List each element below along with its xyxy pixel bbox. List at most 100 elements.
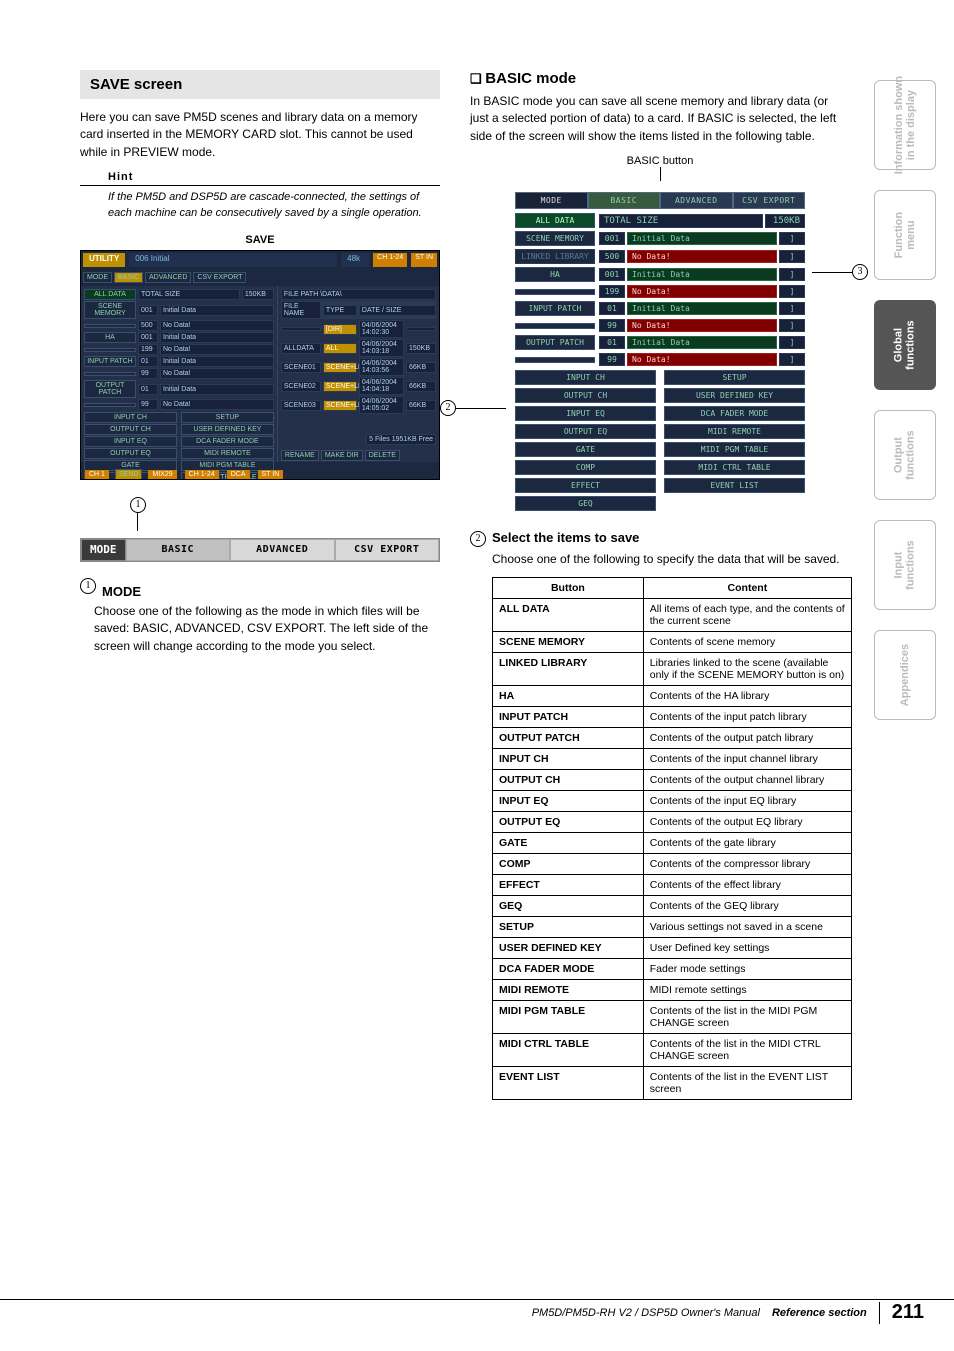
side-tab[interactable]: Appendices <box>874 630 936 720</box>
ui-list-item[interactable]: COMP <box>515 460 656 475</box>
basic-ui-diagram: MODE BASIC ADVANCED CSV EXPORT ALL DATA … <box>515 192 805 514</box>
table-row-content: Contents of the output EQ library <box>643 811 851 832</box>
table-row-button: SCENE MEMORY <box>493 631 644 652</box>
content-table: Button Content ALL DATA All items of eac… <box>492 577 852 1100</box>
basic-button-label: BASIC button <box>470 155 850 167</box>
mode-body: Choose one of the following as the mode … <box>94 603 440 655</box>
table-row-button: OUTPUT EQ <box>493 811 644 832</box>
table-row-button: DCA FADER MODE <box>493 958 644 979</box>
table-row-button: GEQ <box>493 895 644 916</box>
table-row-content: All items of each type, and the contents… <box>643 598 851 631</box>
table-row-button: INPUT CH <box>493 748 644 769</box>
table-row-button: SETUP <box>493 916 644 937</box>
ui-list-item[interactable]: MIDI CTRL TABLE <box>664 460 805 475</box>
ss-scene: 006 Initial <box>129 253 337 267</box>
ui-list-item[interactable]: EVENT LIST <box>664 478 805 493</box>
ui-item-button[interactable]: HA <box>515 267 595 282</box>
table-row-content: Contents of the input EQ library <box>643 790 851 811</box>
table-row-button: LINKED LIBRARY <box>493 652 644 685</box>
page-number: 211 <box>892 1301 924 1324</box>
callout-1b: 1 <box>80 578 96 594</box>
ui-total-value: 150KB <box>765 214 805 228</box>
ss-path: FILE PATH \DATA\ <box>281 289 436 300</box>
ui-item-button[interactable]: INPUT PATCH <box>515 301 595 316</box>
table-row-button: ALL DATA <box>493 598 644 631</box>
ui-list-item[interactable]: USER DEFINED KEY <box>664 388 805 403</box>
table-row-button: MIDI PGM TABLE <box>493 1000 644 1033</box>
ui-list-item[interactable]: OUTPUT CH <box>515 388 656 403</box>
callout-1: 1 <box>130 497 146 513</box>
table-row-button: MIDI REMOTE <box>493 979 644 1000</box>
ui-item-button[interactable] <box>515 289 595 295</box>
ui-list-item[interactable]: OUTPUT EQ <box>515 424 656 439</box>
ui-list-item[interactable]: MIDI REMOTE <box>664 424 805 439</box>
footer-ref: Reference section <box>772 1307 867 1319</box>
side-tab[interactable]: Functionmenu <box>874 190 936 280</box>
mode-button[interactable]: MODE <box>81 539 126 561</box>
ui-item-button[interactable]: OUTPUT PATCH <box>515 335 595 350</box>
ui-tab-basic[interactable]: BASIC <box>588 192 661 209</box>
ui-list-item[interactable]: GATE <box>515 442 656 457</box>
footer-manual: PM5D/PM5D-RH V2 / DSP5D Owner's Manual <box>532 1307 760 1319</box>
ui-mode: MODE <box>515 192 588 209</box>
table-row-content: Contents of scene memory <box>643 631 851 652</box>
ui-list-item[interactable]: EFFECT <box>515 478 656 493</box>
ui-alldata[interactable]: ALL DATA <box>515 213 595 228</box>
table-row-content: MIDI remote settings <box>643 979 851 1000</box>
ss-tab-csv: CSV EXPORT <box>193 272 246 283</box>
table-row-content: Contents of the output patch library <box>643 727 851 748</box>
ui-tab-csv[interactable]: CSV EXPORT <box>733 192 806 209</box>
ss-tab-advanced: ADVANCED <box>145 272 191 283</box>
table-row-button: GATE <box>493 832 644 853</box>
table-row-content: Contents of the effect library <box>643 874 851 895</box>
ui-tab-advanced[interactable]: ADVANCED <box>660 192 733 209</box>
table-row-button: INPUT EQ <box>493 790 644 811</box>
table-row-content: Various settings not saved in a scene <box>643 916 851 937</box>
table-row-content: Contents of the gate library <box>643 832 851 853</box>
ui-item-button[interactable] <box>515 357 595 363</box>
ss-total: TOTAL SIZE <box>138 289 240 300</box>
table-row-content: Contents of the list in the MIDI CTRL CH… <box>643 1033 851 1066</box>
ss-alldata: ALL DATA <box>84 289 136 300</box>
table-row-button: OUTPUT PATCH <box>493 727 644 748</box>
table-row-content: Libraries linked to the scene (available… <box>643 652 851 685</box>
save-label: SAVE <box>80 234 440 246</box>
table-row-content: Contents of the compressor library <box>643 853 851 874</box>
side-tab[interactable]: Outputfunctions <box>874 410 936 500</box>
save-screen-screenshot: UTILITY 006 Initial 48k CH 1-24 ST IN MO… <box>80 250 440 480</box>
ui-item-button[interactable]: SCENE MEMORY <box>515 231 595 246</box>
ui-list-item[interactable]: INPUT CH <box>515 370 656 385</box>
mode-strip: MODE BASIC ADVANCED CSV EXPORT <box>80 538 440 562</box>
tab-basic[interactable]: BASIC <box>126 539 231 561</box>
side-tab[interactable]: Inputfunctions <box>874 520 936 610</box>
ss-ch: CH 1-24 <box>373 253 407 267</box>
basic-mode-intro: In BASIC mode you can save all scene mem… <box>470 93 850 145</box>
select-items-body: Choose one of the following to specify t… <box>492 551 850 568</box>
ui-item-button[interactable] <box>515 323 595 329</box>
ui-list-item[interactable]: GEQ <box>515 496 656 511</box>
ss-totalv: 150KB <box>242 289 274 300</box>
ui-list-item[interactable]: INPUT EQ <box>515 406 656 421</box>
table-row-content: Contents of the HA library <box>643 685 851 706</box>
select-items-heading: Select the items to save <box>492 530 639 545</box>
ss-utility: UTILITY <box>83 253 125 267</box>
callout-1-line <box>137 513 138 531</box>
side-tab[interactable]: Globalfunctions <box>874 300 936 390</box>
table-row-button: MIDI CTRL TABLE <box>493 1033 644 1066</box>
ui-list-item[interactable]: MIDI PGM TABLE <box>664 442 805 457</box>
table-row-button: EVENT LIST <box>493 1066 644 1099</box>
tab-csv-export[interactable]: CSV EXPORT <box>335 539 440 561</box>
table-row-content: Contents of the input patch library <box>643 706 851 727</box>
ui-list-item[interactable]: SETUP <box>664 370 805 385</box>
page-footer: PM5D/PM5D-RH V2 / DSP5D Owner's Manual R… <box>0 1299 954 1325</box>
table-row-button: OUTPUT CH <box>493 769 644 790</box>
ui-list-item[interactable]: DCA FADER MODE <box>664 406 805 421</box>
side-tabs: Information shownin the display Functionm… <box>874 80 936 720</box>
ss-mode-btn: MODE <box>83 272 112 283</box>
hint-label: Hint <box>108 171 440 183</box>
ui-item-button[interactable]: LINKED LIBRARY <box>515 249 595 264</box>
section-title: SAVE screen <box>80 70 440 99</box>
tab-advanced[interactable]: ADVANCED <box>230 539 335 561</box>
side-tab[interactable]: Information shownin the display <box>874 80 936 170</box>
table-row-content: Contents of the list in the MIDI PGM CHA… <box>643 1000 851 1033</box>
